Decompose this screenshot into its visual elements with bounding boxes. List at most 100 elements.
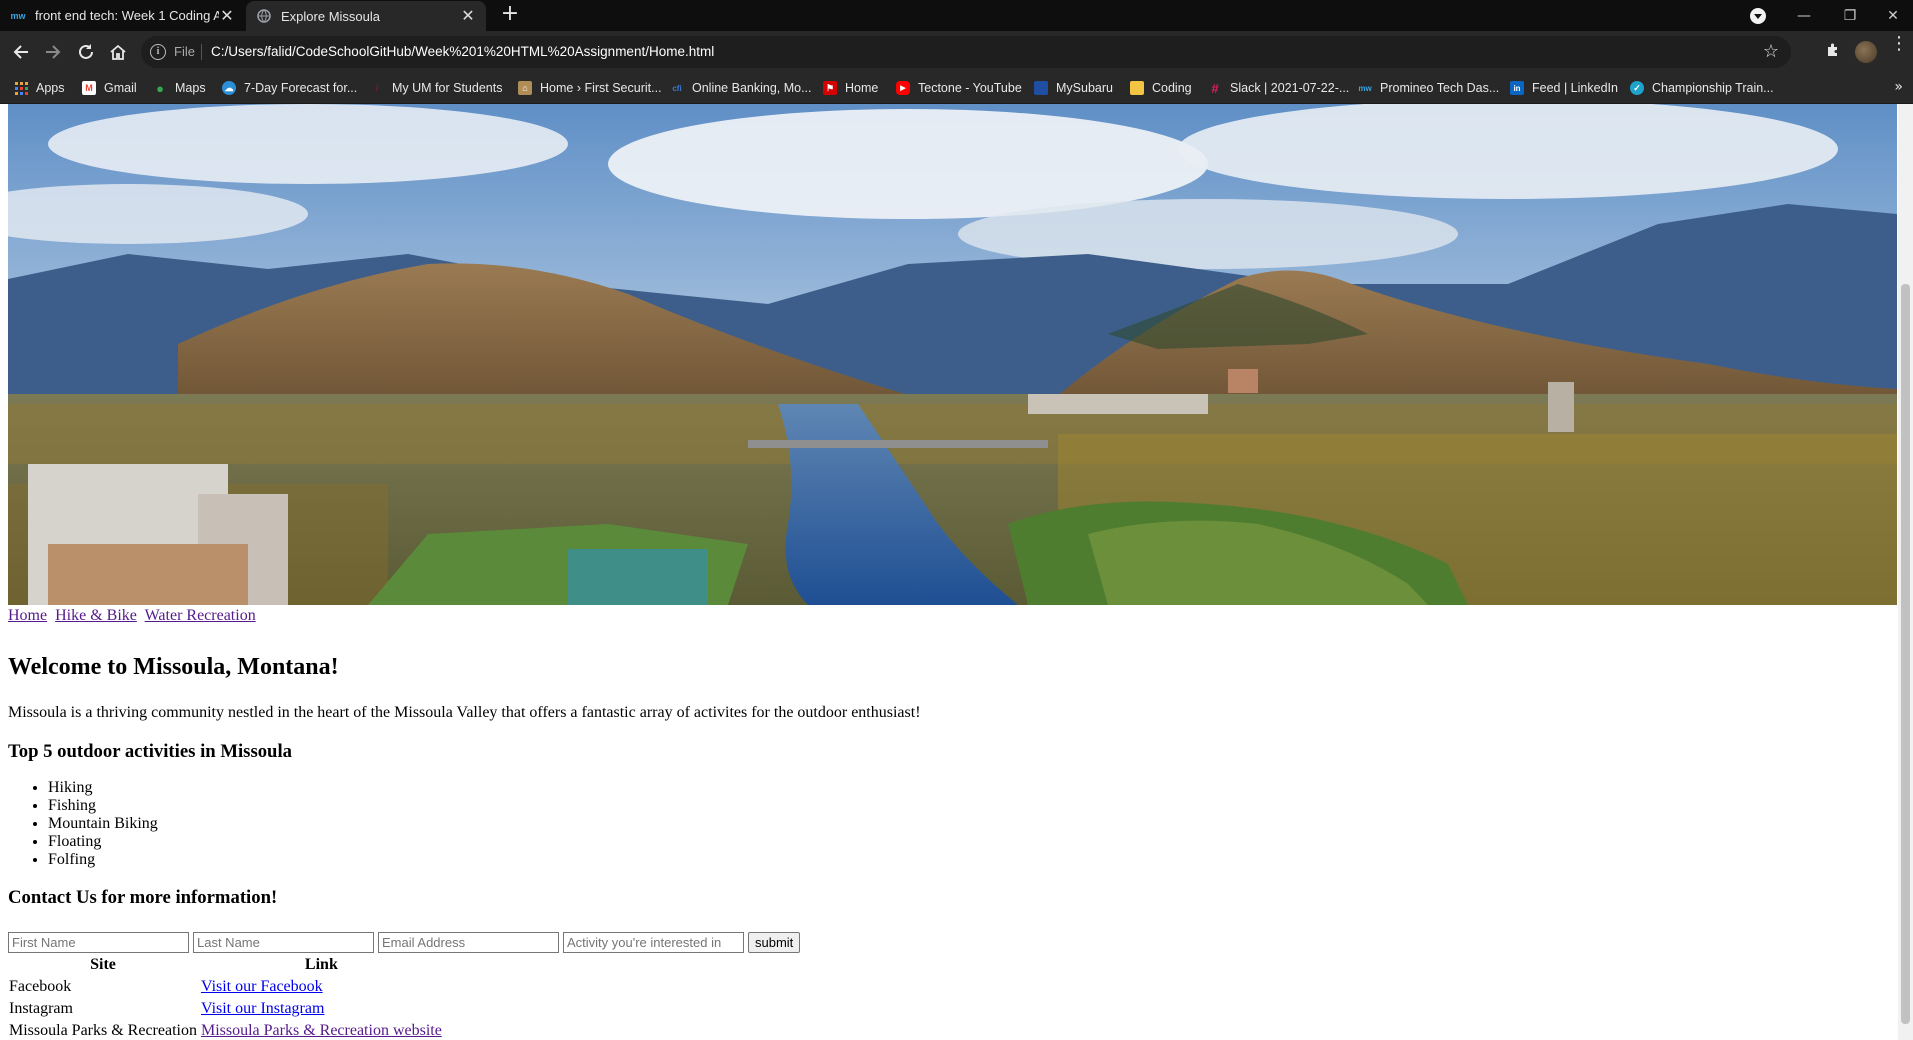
bookmark-mysubaru[interactable]: MySubaru xyxy=(1034,79,1113,97)
bookmark-home[interactable]: ⚑ Home xyxy=(823,79,878,97)
tab-explore-missoula[interactable]: Explore Missoula ✕ xyxy=(246,1,486,31)
bookmark-apps[interactable]: Apps xyxy=(14,79,65,97)
column-header-link: Link xyxy=(304,956,338,973)
bookmark-label: Home › First Securit... xyxy=(540,81,662,95)
instagram-link[interactable]: Visit our Instagram xyxy=(201,1000,324,1017)
bookmark-linkedin[interactable]: in Feed | LinkedIn xyxy=(1510,79,1618,97)
bookmark-first-security[interactable]: ⌂ Home › First Securit... xyxy=(518,79,662,97)
bookmark-promineo[interactable]: mw Promineo Tech Das... xyxy=(1358,79,1499,97)
list-item: Floating xyxy=(48,833,1888,851)
list-item: Hiking xyxy=(48,779,1888,797)
gmail-icon: M xyxy=(82,81,96,95)
forward-arrow-icon[interactable] xyxy=(37,36,69,68)
site-cell: Missoula Parks & Recreation xyxy=(9,1022,197,1039)
page-title: Welcome to Missoula, Montana! xyxy=(8,654,339,680)
last-name-field[interactable] xyxy=(193,931,374,953)
subaru-icon xyxy=(1034,81,1048,95)
home-icon[interactable] xyxy=(102,36,134,68)
bookmark-label: Home xyxy=(845,81,879,95)
site-cell: Instagram xyxy=(9,1000,73,1017)
bookmark-label: Tectone - YouTube xyxy=(918,81,1022,95)
minimize-icon[interactable]: — xyxy=(1784,0,1824,31)
nav-link-hike-bike[interactable]: Hike & Bike xyxy=(55,607,137,624)
page-content: Home Hike & Bike Water Recreation Welcom… xyxy=(8,607,1888,1040)
nav-link-water-recreation[interactable]: Water Recreation xyxy=(145,607,256,624)
address-bar[interactable]: i File C:/Users/falid/CodeSchoolGitHub/W… xyxy=(141,36,1791,68)
column-header-site: Site xyxy=(90,956,116,973)
slack-icon: # xyxy=(1211,80,1219,96)
bookmarks-overflow-icon[interactable]: » xyxy=(1894,79,1903,95)
intro-paragraph: Missoula is a thriving community nestled… xyxy=(8,704,921,721)
nav-link-home[interactable]: Home xyxy=(8,607,47,624)
submit-button[interactable]: submit xyxy=(748,931,801,953)
url-text[interactable]: C:/Users/falid/CodeSchoolGitHub/Week%201… xyxy=(211,44,714,59)
bookmark-label: Slack | 2021-07-22-... xyxy=(1230,81,1350,95)
reload-icon[interactable] xyxy=(70,36,102,68)
tab-close-icon[interactable]: ✕ xyxy=(219,6,235,26)
email-field[interactable] xyxy=(378,931,559,953)
bookmark-youtube[interactable]: ▶ Tectone - YouTube xyxy=(896,79,1022,97)
bookmark-championship[interactable]: ✓ Championship Train... xyxy=(1630,79,1774,97)
tab-title: front end tech: Week 1 Coding A xyxy=(35,8,219,23)
bookmark-online-banking[interactable]: cfi Online Banking, Mo... xyxy=(670,79,812,97)
contact-heading: Contact Us for more information! xyxy=(8,887,278,908)
bookmark-star-icon[interactable]: ☆ xyxy=(1763,41,1779,62)
divider xyxy=(201,44,202,60)
media-control-icon[interactable] xyxy=(1750,8,1766,24)
bookmark-label: Championship Train... xyxy=(1652,81,1774,95)
table-row: Instagram Visit our Instagram xyxy=(8,999,443,1019)
site-cell: Facebook xyxy=(9,978,72,995)
tab-close-icon[interactable]: ✕ xyxy=(460,6,476,26)
contact-form: submit xyxy=(8,931,1888,953)
scrollbar-thumb[interactable] xyxy=(1901,284,1910,1024)
tab-front-end-tech[interactable]: mw front end tech: Week 1 Coding A ✕ xyxy=(0,0,245,31)
bookmark-label: Coding xyxy=(1152,81,1192,95)
linkedin-icon: in xyxy=(1510,81,1524,95)
extensions-puzzle-icon[interactable] xyxy=(1823,42,1843,62)
folder-icon xyxy=(1130,81,1144,95)
bookmark-label: Apps xyxy=(36,81,65,95)
bookmark-forecast[interactable]: ☁ 7-Day Forecast for... xyxy=(222,79,357,97)
bookmark-slack[interactable]: # Slack | 2021-07-22-... xyxy=(1208,79,1349,97)
bookmarks-bar: Apps M Gmail ● Maps ☁ 7-Day Forecast for...… xyxy=(0,73,1913,104)
scheme-label: File xyxy=(174,44,195,59)
activities-list: Hiking Fishing Mountain Biking Floating … xyxy=(8,779,1888,869)
list-item: Folfing xyxy=(48,851,1888,869)
bookmark-label: Gmail xyxy=(104,81,137,95)
facebook-link[interactable]: Visit our Facebook xyxy=(201,978,323,995)
page-scrollbar[interactable] xyxy=(1898,104,1913,1040)
mw-favicon-icon: mw xyxy=(10,10,26,21)
um-icon: / xyxy=(375,83,379,93)
cfi-icon: cfi xyxy=(672,83,682,93)
mw-icon: mw xyxy=(1358,83,1372,93)
more-menu-icon[interactable]: ⋮ xyxy=(1890,35,1908,53)
bookmark-label: My UM for Students xyxy=(392,81,503,95)
link-cell: Visit our Facebook xyxy=(200,977,443,997)
info-icon[interactable]: i xyxy=(150,44,166,60)
link-cell: Visit our Instagram xyxy=(200,999,443,1019)
table-row: Missoula Parks & Recreation Missoula Par… xyxy=(8,1021,443,1040)
champ-icon: ✓ xyxy=(1630,81,1644,95)
bookmark-label: Promineo Tech Das... xyxy=(1380,81,1500,95)
activity-field[interactable] xyxy=(563,931,744,953)
back-arrow-icon[interactable] xyxy=(5,36,37,68)
tab-title: Explore Missoula xyxy=(281,8,380,24)
restore-icon[interactable]: ❐ xyxy=(1830,0,1870,31)
bookmark-label: 7-Day Forecast for... xyxy=(244,81,358,95)
bookmark-coding-folder[interactable]: Coding xyxy=(1130,79,1192,97)
first-name-field[interactable] xyxy=(8,931,189,953)
list-item: Fishing xyxy=(48,797,1888,815)
bookmark-my-um[interactable]: / My UM for Students xyxy=(370,79,503,97)
bookmark-label: MySubaru xyxy=(1056,81,1113,95)
bookmark-label: Online Banking, Mo... xyxy=(692,81,812,95)
table-row: Facebook Visit our Facebook xyxy=(8,977,443,997)
new-tab-button[interactable]: + xyxy=(498,3,522,27)
bookmark-gmail[interactable]: M Gmail xyxy=(82,79,137,97)
bookmark-maps[interactable]: ● Maps xyxy=(153,79,206,97)
close-window-icon[interactable]: ✕ xyxy=(1873,0,1913,31)
missoula-panorama-image xyxy=(8,104,1897,605)
bookmark-label: Feed | LinkedIn xyxy=(1532,81,1618,95)
youtube-icon: ▶ xyxy=(896,81,910,95)
parks-rec-link[interactable]: Missoula Parks & Recreation website xyxy=(201,1022,442,1039)
profile-avatar[interactable] xyxy=(1855,41,1877,63)
